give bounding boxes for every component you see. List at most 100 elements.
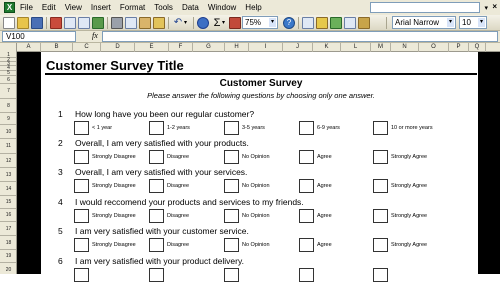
zoom-dropdown-icon[interactable]: ▾ bbox=[269, 18, 276, 27]
answer-checkbox[interactable] bbox=[299, 179, 314, 193]
answer-option[interactable]: No Opinion bbox=[224, 238, 296, 252]
answer-checkbox[interactable] bbox=[74, 209, 89, 223]
answer-checkbox[interactable] bbox=[299, 238, 314, 252]
answer-option[interactable]: 6-9 years bbox=[299, 121, 371, 135]
menu-tools[interactable]: Tools bbox=[154, 3, 173, 12]
menu-view[interactable]: View bbox=[65, 3, 82, 12]
new-document-icon[interactable] bbox=[3, 17, 15, 29]
copy-icon[interactable] bbox=[125, 17, 137, 29]
answer-checkbox[interactable] bbox=[299, 150, 314, 164]
row-header-6[interactable]: 6 bbox=[0, 76, 16, 84]
menu-format[interactable]: Format bbox=[120, 3, 145, 12]
menu-edit[interactable]: Edit bbox=[42, 3, 56, 12]
row-header-14[interactable]: 14 bbox=[0, 182, 16, 196]
answer-checkbox[interactable] bbox=[224, 238, 239, 252]
answer-option[interactable] bbox=[224, 268, 296, 282]
help-dropdown-icon[interactable]: ▾ bbox=[484, 4, 488, 12]
answer-option[interactable]: 3-5 years bbox=[224, 121, 296, 135]
answer-option[interactable] bbox=[373, 268, 445, 282]
answer-checkbox[interactable] bbox=[74, 121, 89, 135]
font-size-select[interactable]: 10 ▾ bbox=[459, 16, 487, 29]
answer-option[interactable]: Agree bbox=[299, 209, 371, 223]
answer-option[interactable]: 1-2 years bbox=[149, 121, 221, 135]
answer-checkbox[interactable] bbox=[149, 238, 164, 252]
answer-option[interactable]: Disagree bbox=[149, 238, 221, 252]
menu-window[interactable]: Window bbox=[208, 3, 236, 12]
font-name-select[interactable]: Arial Narrow ▾ bbox=[392, 16, 456, 29]
insert-function-icon[interactable]: fx bbox=[92, 31, 98, 40]
answer-checkbox[interactable] bbox=[149, 179, 164, 193]
answer-option[interactable]: Strongly Disagree bbox=[74, 179, 146, 193]
research-icon[interactable] bbox=[358, 17, 370, 29]
answer-checkbox[interactable] bbox=[299, 121, 314, 135]
close-workbook-icon[interactable]: × bbox=[492, 2, 497, 11]
column-header-n[interactable]: N bbox=[391, 43, 419, 52]
answer-checkbox[interactable] bbox=[299, 209, 314, 223]
formula-input[interactable] bbox=[102, 31, 498, 42]
column-header-o[interactable]: O bbox=[419, 43, 449, 52]
answer-checkbox[interactable] bbox=[149, 150, 164, 164]
menu-data[interactable]: Data bbox=[182, 3, 199, 12]
column-header-p[interactable]: P bbox=[449, 43, 469, 52]
column-header-j[interactable]: J bbox=[283, 43, 313, 52]
row-header-10[interactable]: 10 bbox=[0, 125, 16, 139]
answer-option[interactable]: Strongly Agree bbox=[373, 179, 445, 193]
track-changes-icon[interactable] bbox=[330, 17, 342, 29]
reviewing-icon[interactable] bbox=[302, 17, 314, 29]
answer-option[interactable]: Strongly Agree bbox=[373, 238, 445, 252]
column-header-a[interactable]: A bbox=[17, 43, 41, 52]
column-header-b[interactable]: B bbox=[41, 43, 73, 52]
column-header-d[interactable]: D bbox=[101, 43, 135, 52]
column-header-i[interactable]: I bbox=[249, 43, 283, 52]
answer-option[interactable]: No Opinion bbox=[224, 209, 296, 223]
answer-checkbox[interactable] bbox=[373, 209, 388, 223]
undo-dropdown-icon[interactable]: ▾ bbox=[184, 17, 196, 29]
row-header-16[interactable]: 16 bbox=[0, 209, 16, 222]
answer-checkbox[interactable] bbox=[299, 268, 314, 282]
column-header-f[interactable]: F bbox=[169, 43, 193, 52]
answer-option[interactable]: Disagree bbox=[149, 150, 221, 164]
open-folder-icon[interactable] bbox=[17, 17, 29, 29]
answer-option[interactable]: Strongly Disagree bbox=[74, 209, 146, 223]
answer-option[interactable]: Strongly Agree bbox=[373, 209, 445, 223]
answer-option[interactable]: Agree bbox=[299, 238, 371, 252]
format-painter-icon[interactable] bbox=[153, 17, 165, 29]
answer-checkbox[interactable] bbox=[373, 268, 388, 282]
row-header-17[interactable]: 17 bbox=[0, 222, 16, 236]
answer-checkbox[interactable] bbox=[224, 150, 239, 164]
row-header-7[interactable]: 7 bbox=[0, 84, 16, 99]
answer-checkbox[interactable] bbox=[224, 179, 239, 193]
row-header-15[interactable]: 15 bbox=[0, 196, 16, 209]
answer-checkbox[interactable] bbox=[74, 268, 89, 282]
comment-icon[interactable] bbox=[316, 17, 328, 29]
answer-checkbox[interactable] bbox=[149, 121, 164, 135]
answer-option[interactable]: Strongly Agree bbox=[373, 150, 445, 164]
zoom-select[interactable]: 75% ▾ bbox=[242, 16, 278, 29]
answer-checkbox[interactable] bbox=[149, 268, 164, 282]
paste-icon[interactable] bbox=[139, 17, 151, 29]
answer-option[interactable]: 10 or more years bbox=[373, 121, 445, 135]
column-header-k[interactable]: K bbox=[313, 43, 341, 52]
column-header-e[interactable]: E bbox=[135, 43, 169, 52]
column-header-c[interactable]: C bbox=[73, 43, 101, 52]
answer-option[interactable]: Strongly Disagree bbox=[74, 150, 146, 164]
column-header-g[interactable]: G bbox=[193, 43, 225, 52]
row-header-19[interactable]: 19 bbox=[0, 250, 16, 263]
help-icon[interactable]: ? bbox=[283, 17, 295, 29]
font-name-dropdown-icon[interactable]: ▾ bbox=[447, 18, 454, 27]
column-header-m[interactable]: M bbox=[371, 43, 391, 52]
answer-checkbox[interactable] bbox=[149, 209, 164, 223]
answer-checkbox[interactable] bbox=[74, 179, 89, 193]
menu-help[interactable]: Help bbox=[245, 3, 261, 12]
cut-icon[interactable] bbox=[111, 17, 123, 29]
row-header-13[interactable]: 13 bbox=[0, 168, 16, 182]
print-icon[interactable] bbox=[64, 17, 76, 29]
excel-app-icon[interactable]: X bbox=[4, 2, 15, 13]
save-icon[interactable] bbox=[31, 17, 43, 29]
chart-wizard-icon[interactable] bbox=[229, 17, 241, 29]
answer-checkbox[interactable] bbox=[373, 150, 388, 164]
spelling-icon[interactable] bbox=[92, 17, 104, 29]
help-question-input[interactable] bbox=[370, 2, 480, 13]
answer-option[interactable]: Disagree bbox=[149, 179, 221, 193]
answer-option[interactable] bbox=[299, 268, 371, 282]
